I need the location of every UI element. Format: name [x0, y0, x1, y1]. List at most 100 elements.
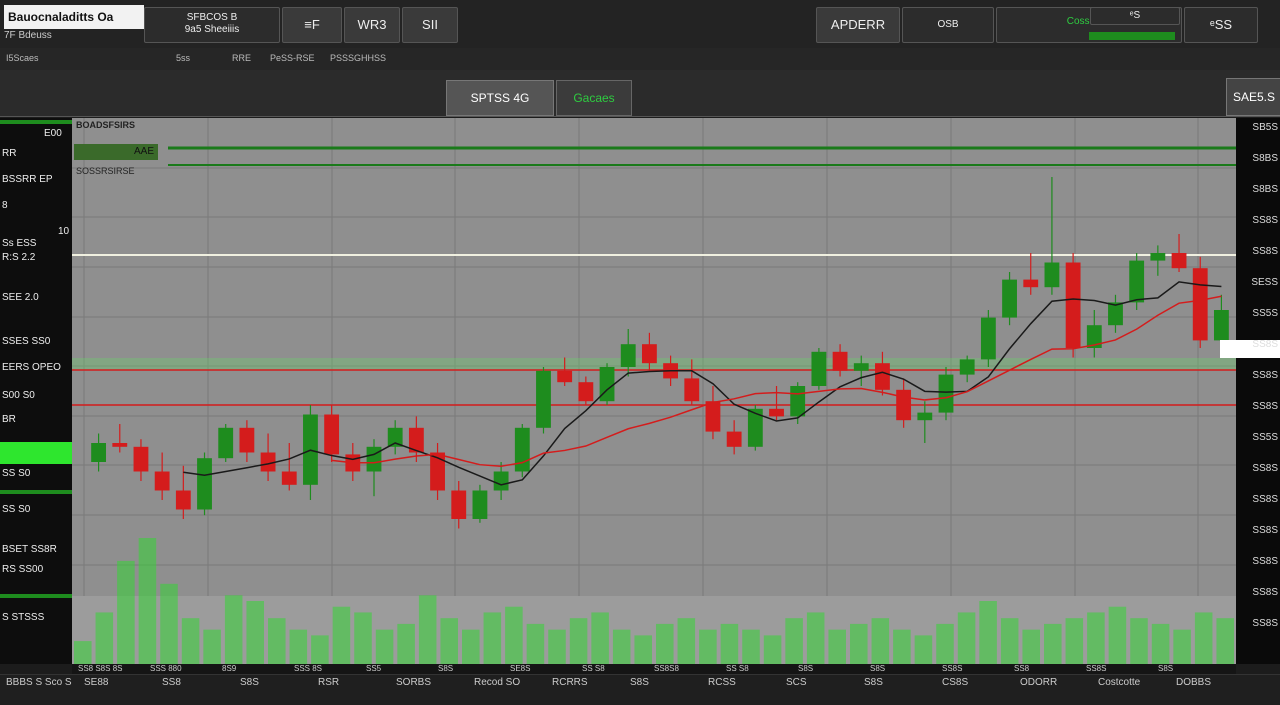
volume-bar	[806, 612, 825, 664]
status-item: SCS	[786, 677, 807, 688]
volume-bar	[1173, 629, 1191, 664]
left-axis-label: 8	[2, 200, 8, 211]
time-axis-label: SS8 S8S 8S	[78, 664, 123, 673]
sub-item[interactable]: PeSS-RSE	[270, 53, 315, 63]
volume-bar	[375, 629, 394, 664]
option-button[interactable]: OSB	[902, 7, 994, 43]
left-axis-label: SS S0	[2, 504, 31, 515]
apply-button[interactable]: APDERR	[816, 7, 900, 43]
right-axis-label: SS5S	[1252, 432, 1278, 443]
status-item: RCRRS	[552, 677, 588, 688]
volume-bar	[117, 560, 135, 664]
candle-body	[1213, 310, 1229, 341]
volume-bar	[526, 623, 545, 664]
time-axis-label: SS8S	[1086, 664, 1107, 673]
volume-bar	[289, 629, 308, 664]
left-axis-label: RS SS00	[2, 564, 44, 575]
candle-body	[366, 446, 382, 472]
draw-tool-button[interactable]: ≡F	[282, 7, 342, 43]
price-chart-canvas[interactable]	[72, 118, 1236, 664]
left-axis-label: Ss ESS	[2, 238, 37, 249]
volume-bar	[612, 629, 631, 664]
left-axis-label: E00	[44, 128, 62, 139]
candle-body	[514, 427, 530, 472]
volume-bar	[1065, 618, 1084, 664]
right-axis-label: S8BS	[1252, 153, 1278, 164]
candle-body	[811, 351, 827, 386]
candle-body	[175, 490, 191, 510]
status-bar: BBBS S Sco S SE88 SS8 S8S RSR SORBS Recod SO RC…	[0, 674, 1280, 705]
price-chart[interactable]: BOADSFSIRS AAE SOSSRSIRSE	[72, 118, 1236, 664]
candle-body	[875, 363, 890, 390]
volume-bar	[979, 601, 997, 664]
volume-bar	[677, 618, 696, 664]
volume-bar	[656, 623, 674, 664]
volume-bar	[720, 623, 739, 664]
volume-bar	[742, 629, 760, 664]
time-axis-label: SS5	[366, 664, 382, 673]
left-axis-label: RR	[2, 148, 17, 159]
volume-bar	[871, 618, 890, 664]
candle-body	[896, 389, 912, 421]
time-axis-label: SE8S	[510, 664, 531, 673]
volume-bar	[246, 601, 264, 664]
chart-legend-primary: AAE	[74, 144, 158, 160]
volume-bar	[397, 623, 415, 664]
candle-body	[218, 427, 234, 459]
candle-body	[980, 317, 996, 360]
candle-body	[197, 458, 212, 510]
volume-bar	[1044, 623, 1062, 664]
candle-body	[472, 490, 488, 519]
volume-bar	[1194, 612, 1213, 664]
status-item: S8S	[864, 677, 883, 688]
volume-bar	[1108, 606, 1127, 664]
volume-bar	[591, 612, 609, 664]
status-item: S8S	[240, 677, 259, 688]
app-title: Bauocnaladitts Oa	[4, 5, 144, 29]
sub-item[interactable]: I5Scaes	[6, 53, 39, 63]
volume-bar	[1087, 612, 1105, 664]
volume-bar	[160, 583, 178, 664]
candle-body	[1002, 279, 1017, 318]
left-axis-label: S00 S0	[2, 390, 35, 401]
sub-item[interactable]: RRE	[232, 53, 251, 63]
volume-bar	[311, 635, 329, 664]
time-axis-label: SS8S	[942, 664, 963, 673]
right-axis-label: SS8S	[1252, 587, 1278, 598]
volume-bar	[138, 538, 157, 664]
interval-button[interactable]: WR3	[344, 7, 400, 43]
settings-button[interactable]: ᵉSS	[1184, 7, 1258, 43]
symbol-button[interactable]: SFBCOS B 9a5 Sheeiiis	[144, 7, 280, 43]
candle-body	[705, 401, 721, 432]
sub-item[interactable]: PSSSGHHSS	[330, 53, 386, 63]
time-axis: SS8 S8S 8S SSS 880 8S9 SSS 8S SS5 S8S SE8S SS S…	[72, 664, 1236, 674]
candle-body	[1129, 260, 1145, 303]
indicator-button[interactable]: SII	[402, 7, 458, 43]
status-item: Recod SO	[474, 677, 521, 688]
right-axis-label: S8BS	[1252, 184, 1278, 195]
small-toggle[interactable]: ᵉS	[1090, 7, 1180, 25]
right-axis-label: SS8S	[1252, 370, 1278, 381]
right-tab[interactable]: SAE5.S	[1226, 78, 1280, 116]
status-item: SORBS	[396, 677, 432, 688]
candle-body	[133, 446, 149, 472]
volume-bar	[440, 618, 458, 664]
active-tab[interactable]: Gacaes	[556, 80, 632, 116]
candle-body	[91, 443, 107, 462]
volume-bar	[268, 618, 286, 664]
candle-body	[1192, 268, 1208, 341]
volume-bar	[224, 595, 243, 664]
moving-average-slow	[331, 295, 1222, 468]
volume-bar	[1130, 618, 1148, 664]
symbol-tab[interactable]: SPTSS 4G	[446, 80, 554, 116]
candle-body	[726, 431, 742, 447]
volume-bar	[1151, 623, 1170, 664]
left-axis-label: R:S 2.2	[2, 252, 36, 263]
volume-bar	[699, 629, 717, 664]
candle-body	[536, 370, 551, 428]
left-axis-label: BSET SS8R	[2, 544, 57, 555]
time-axis-label: SS S8	[582, 664, 605, 673]
volume-bar	[634, 635, 652, 664]
left-axis-label: BR	[2, 414, 16, 425]
sub-item[interactable]: 5ss	[176, 53, 190, 63]
